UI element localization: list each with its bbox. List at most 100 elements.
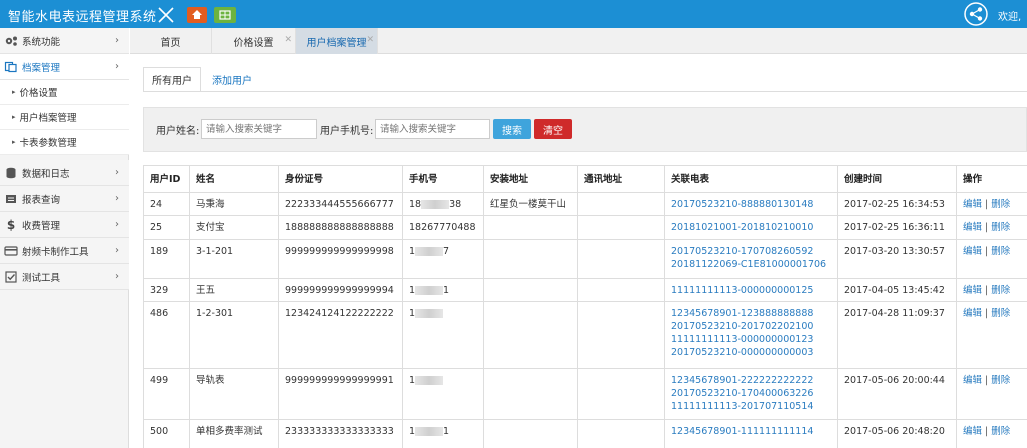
sidebar-sub-price[interactable]: ▸ 价格设置	[0, 80, 129, 105]
user-id: 25	[150, 222, 163, 233]
subtab-add-user[interactable]: 添加用户	[203, 67, 261, 92]
search-button[interactable]: 搜索	[493, 119, 531, 139]
phone-prefix: 18	[409, 199, 422, 210]
delete-link[interactable]: 删除	[991, 308, 1010, 319]
delete-link[interactable]: 删除	[991, 426, 1010, 437]
delete-link[interactable]: 删除	[991, 375, 1010, 386]
cell-install-address	[484, 216, 578, 240]
cell-created: 2017-05-06 20:00:44	[838, 369, 957, 420]
cell-install-address	[484, 302, 578, 369]
sidebar-item-rf-card[interactable]: 射频卡制作工具 ›	[0, 238, 129, 264]
welcome-text: 欢迎,	[998, 12, 1022, 23]
created-time: 2017-02-25 16:34:53	[844, 199, 945, 210]
sidebar-item-label: 档案管理	[22, 62, 61, 74]
cell-phone: 1	[403, 302, 484, 369]
cell-meters: 20170523210-170708260592 20181122069-C1E8…	[665, 240, 838, 279]
subtab-all-users[interactable]: 所有用户	[143, 67, 201, 92]
edit-link[interactable]: 编辑	[963, 426, 982, 437]
cell-created: 2017-03-20 13:30:57	[838, 240, 957, 279]
phone-suffix: 38	[449, 199, 462, 210]
triangle-right-icon: ▸	[12, 113, 16, 121]
user-name: 王五	[196, 285, 216, 296]
sidebar-item-data-log[interactable]: 数据和日志 ›	[0, 160, 129, 186]
cell-meters: 20181021001-201810210010	[665, 216, 838, 240]
chevron-right-icon: ›	[115, 271, 119, 282]
sidebar-item-test[interactable]: 测试工具 ›	[0, 264, 129, 290]
edit-link[interactable]: 编辑	[963, 308, 982, 319]
meter-link[interactable]: 11111111113-000000000123	[671, 333, 831, 346]
user-name: 单相多费率测试	[196, 426, 263, 437]
sidebar-sub-user-archive[interactable]: ▸ 用户档案管理	[0, 105, 129, 130]
meter-link[interactable]: 12345678901-111111111114	[671, 425, 831, 438]
column-header-col-ops: 操作	[957, 166, 1027, 193]
tab-label: 用户档案管理	[306, 37, 367, 49]
meter-link[interactable]: 11111111113-201707110514	[671, 400, 831, 413]
sidebar-item-system[interactable]: 系统功能 ›	[0, 28, 129, 54]
cell-mail-address	[578, 216, 665, 240]
cell-user-name: 导轨表	[190, 369, 279, 420]
ops-separator: |	[982, 246, 992, 257]
sidebar-item-archive[interactable]: 档案管理 ›	[0, 54, 129, 80]
user-id: 329	[150, 285, 169, 296]
column-header-label: 手机号	[409, 174, 438, 185]
subtab-label: 添加用户	[212, 76, 252, 87]
delete-link[interactable]: 删除	[991, 222, 1010, 233]
edit-link[interactable]: 编辑	[963, 199, 982, 210]
created-time: 2017-05-06 20:00:44	[844, 375, 945, 386]
delete-link[interactable]: 删除	[991, 246, 1010, 257]
cell-ops: 编辑 | 删除	[957, 420, 1027, 448]
tab-close-icon[interactable]: ✕	[366, 35, 374, 45]
meter-link[interactable]: 20181021001-201810210010	[671, 221, 831, 234]
home-button[interactable]	[187, 7, 207, 23]
sidebar-item-charge[interactable]: $ 收费管理 ›	[0, 212, 129, 238]
user-name: 导轨表	[196, 375, 225, 386]
grid-button[interactable]	[214, 7, 236, 23]
column-header-label: 安装地址	[490, 174, 529, 185]
sidebar-sub-card-params[interactable]: ▸ 卡表参数管理	[0, 130, 129, 155]
clear-button[interactable]: 清空	[534, 119, 572, 139]
edit-link[interactable]: 编辑	[963, 222, 982, 233]
edit-link[interactable]: 编辑	[963, 375, 982, 386]
meter-link[interactable]: 20181122069-C1E81000001706	[671, 258, 831, 271]
created-time: 2017-03-20 13:30:57	[844, 246, 945, 257]
cell-ops: 编辑 | 删除	[957, 240, 1027, 279]
meter-link[interactable]: 20170523210-000000000003	[671, 346, 831, 359]
ops-separator: |	[982, 285, 992, 296]
app-title: 智能水电表远程管理系统	[8, 10, 157, 25]
meter-link[interactable]: 12345678901-123888888888	[671, 307, 831, 320]
sidebar-item-report[interactable]: 报表查询 ›	[0, 186, 129, 212]
close-menu-icon[interactable]	[157, 6, 175, 24]
subtab-label: 所有用户	[152, 76, 192, 87]
cell-install-address: 红星负一楼莫干山	[484, 193, 578, 216]
delete-link[interactable]: 删除	[991, 199, 1010, 210]
name-search-input[interactable]	[201, 119, 317, 139]
meter-link[interactable]: 20170523210-201702202100	[671, 320, 831, 333]
tab-user-archive[interactable]: 用户档案管理 ✕	[296, 28, 378, 54]
meter-link[interactable]: 20170523210-170400063226	[671, 387, 831, 400]
cell-user-name: 支付宝	[190, 216, 279, 240]
column-header-label: 用户ID	[150, 174, 181, 185]
edit-link[interactable]: 编辑	[963, 285, 982, 296]
meter-link[interactable]: 12345678901-222222222222	[671, 374, 831, 387]
cell-ops: 编辑 | 删除	[957, 216, 1027, 240]
database-icon	[6, 167, 16, 178]
share-icon[interactable]	[964, 2, 988, 26]
edit-link[interactable]: 编辑	[963, 246, 982, 257]
name-label: 用户姓名:	[156, 126, 200, 137]
meter-link[interactable]: 20170523210-888880130148	[671, 198, 831, 211]
cell-install-address	[484, 240, 578, 279]
id-card-number: 999999999999999998	[285, 246, 394, 257]
cell-user-id: 499	[144, 369, 190, 420]
cell-user-name: 3-1-201	[190, 240, 279, 279]
cell-user-name: 马秉海	[190, 193, 279, 216]
meter-link[interactable]: 20170523210-170708260592	[671, 245, 831, 258]
tab-close-icon[interactable]: ✕	[284, 35, 292, 45]
tab-home[interactable]: 首页	[130, 28, 212, 54]
delete-link[interactable]: 删除	[991, 285, 1010, 296]
meter-link[interactable]: 11111111113-000000000125	[671, 284, 831, 297]
cell-user-name: 王五	[190, 279, 279, 302]
cell-phone: 18 38	[403, 193, 484, 216]
phone-search-input[interactable]	[375, 119, 490, 139]
user-id: 500	[150, 426, 169, 437]
tab-price-settings[interactable]: 价格设置 ✕	[212, 28, 296, 54]
